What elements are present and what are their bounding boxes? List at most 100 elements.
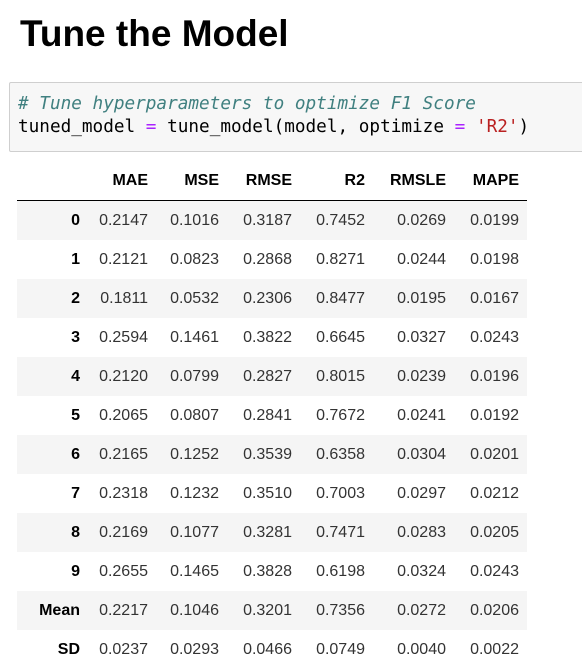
table-row: 9 0.2655 0.1465 0.3828 0.6198 0.0324 0.0… (17, 552, 527, 591)
cell-mse: 0.0799 (170, 368, 219, 385)
cell-mse: 0.0293 (170, 641, 219, 658)
cell-mse: 0.0823 (170, 251, 219, 268)
row-index: 9 (71, 563, 80, 580)
cell-r2: 0.6645 (316, 329, 365, 346)
column-header-r2: R2 (300, 161, 373, 201)
cell-mae: 0.2120 (99, 368, 148, 385)
column-header-mape: MAPE (454, 161, 527, 201)
row-index: Mean (39, 602, 80, 619)
row-index: 8 (71, 524, 80, 541)
cell-mse: 0.1077 (170, 524, 219, 541)
cell-rmsle: 0.0269 (397, 212, 446, 229)
cell-r2: 0.8015 (316, 368, 365, 385)
table-row: 5 0.2065 0.0807 0.2841 0.7672 0.0241 0.0… (17, 396, 527, 435)
cell-rmsle: 0.0241 (397, 407, 446, 424)
cell-rmse: 0.3510 (243, 485, 292, 502)
code-string-argument: 'R2' (475, 117, 519, 137)
cell-r2: 0.7672 (316, 407, 365, 424)
cell-mape: 0.0205 (470, 524, 519, 541)
code-function-call: tune_model(model, optimize (156, 117, 455, 137)
cell-rmse: 0.2841 (243, 407, 292, 424)
table-row: 3 0.2594 0.1461 0.3822 0.6645 0.0327 0.0… (17, 318, 527, 357)
code-comment: # Tune hyperparameters to optimize F1 Sc… (18, 94, 476, 114)
cell-rmsle: 0.0327 (397, 329, 446, 346)
cell-mae: 0.2169 (99, 524, 148, 541)
cell-mae: 0.2217 (99, 602, 148, 619)
cell-mape: 0.0199 (470, 212, 519, 229)
cell-rmsle: 0.0244 (397, 251, 446, 268)
table-row: 8 0.2169 0.1077 0.3281 0.7471 0.0283 0.0… (17, 513, 527, 552)
cell-r2: 0.7471 (316, 524, 365, 541)
page-title: Tune the Model (20, 13, 289, 54)
cell-mape: 0.0212 (470, 485, 519, 502)
cell-mse: 0.0807 (170, 407, 219, 424)
code-kwarg-operator: = (454, 117, 466, 137)
cell-mae: 0.2594 (99, 329, 148, 346)
row-index: 5 (71, 407, 80, 424)
cell-mse: 0.1016 (170, 212, 219, 229)
cell-mae: 0.1811 (100, 290, 148, 307)
cell-mse: 0.1232 (170, 485, 219, 502)
cell-rmse: 0.2306 (243, 290, 292, 307)
cell-mae: 0.2147 (99, 212, 148, 229)
table-row: 2 0.1811 0.0532 0.2306 0.8477 0.0195 0.0… (17, 279, 527, 318)
row-index: 1 (71, 251, 80, 268)
cell-mape: 0.0201 (470, 446, 519, 463)
cell-rmsle: 0.0324 (397, 563, 446, 580)
cell-rmsle: 0.0040 (397, 641, 446, 658)
cell-rmse: 0.0466 (243, 641, 292, 658)
column-header-rmse: RMSE (227, 161, 300, 201)
column-header-index (17, 161, 88, 201)
cell-rmse: 0.3822 (243, 329, 292, 346)
cell-mse: 0.1046 (170, 602, 219, 619)
row-index: 2 (71, 290, 80, 307)
cell-mape: 0.0022 (470, 641, 519, 658)
code-comment-line: # Tune hyperparameters to optimize F1 Sc… (18, 93, 582, 116)
cell-rmsle: 0.0239 (397, 368, 446, 385)
cell-r2: 0.7003 (316, 485, 365, 502)
table-header-row: MAE MSE RMSE R2 RMSLE MAPE (17, 161, 527, 201)
cell-mape: 0.0196 (470, 368, 519, 385)
column-header-rmsle: RMSLE (373, 161, 454, 201)
cell-r2: 0.0749 (316, 641, 365, 658)
cell-mape: 0.0243 (470, 329, 519, 346)
table-row: 6 0.2165 0.1252 0.3539 0.6358 0.0304 0.0… (17, 435, 527, 474)
code-close-paren: ) (518, 117, 530, 137)
cell-rmsle: 0.0304 (397, 446, 446, 463)
cell-mse: 0.0532 (170, 290, 219, 307)
table-row-mean: Mean 0.2217 0.1046 0.3201 0.7356 0.0272 … (17, 591, 527, 630)
cell-mae: 0.0237 (99, 641, 148, 658)
table-row: 1 0.2121 0.0823 0.2868 0.8271 0.0244 0.0… (17, 240, 527, 279)
cell-rmse: 0.2827 (243, 368, 292, 385)
table-row: 0 0.2147 0.1016 0.3187 0.7452 0.0269 0.0… (17, 200, 527, 240)
table-row: 4 0.2120 0.0799 0.2827 0.8015 0.0239 0.0… (17, 357, 527, 396)
row-index: 7 (71, 485, 80, 502)
cell-rmse: 0.2868 (243, 251, 292, 268)
cell-r2: 0.8271 (316, 251, 365, 268)
cell-mape: 0.0192 (470, 407, 519, 424)
code-statement-line: tuned_model = tune_model(model, optimize… (18, 116, 582, 139)
row-index: SD (57, 641, 80, 658)
cell-rmsle: 0.0297 (397, 485, 446, 502)
cell-mae: 0.2655 (99, 563, 148, 580)
code-variable: tuned_model (18, 117, 146, 137)
cell-rmsle: 0.0272 (397, 602, 446, 619)
cell-mae: 0.2065 (99, 407, 148, 424)
cell-mape: 0.0243 (470, 563, 519, 580)
table-row-sd: SD 0.0237 0.0293 0.0466 0.0749 0.0040 0.… (17, 630, 527, 669)
cell-rmsle: 0.0195 (397, 290, 446, 307)
cell-mae: 0.2318 (99, 485, 148, 502)
row-index: 6 (71, 446, 80, 463)
cell-mse: 0.1461 (170, 329, 219, 346)
cell-r2: 0.7356 (316, 602, 365, 619)
cell-rmse: 0.3828 (243, 563, 292, 580)
cell-mae: 0.2121 (99, 251, 148, 268)
cell-rmse: 0.3281 (243, 524, 292, 541)
cell-mse: 0.1252 (170, 446, 219, 463)
cell-rmse: 0.3539 (243, 446, 292, 463)
column-header-mae: MAE (88, 161, 156, 201)
column-header-mse: MSE (156, 161, 227, 201)
code-cell[interactable]: # Tune hyperparameters to optimize F1 Sc… (9, 82, 582, 152)
cell-mae: 0.2165 (99, 446, 148, 463)
cell-rmse: 0.3187 (243, 212, 292, 229)
